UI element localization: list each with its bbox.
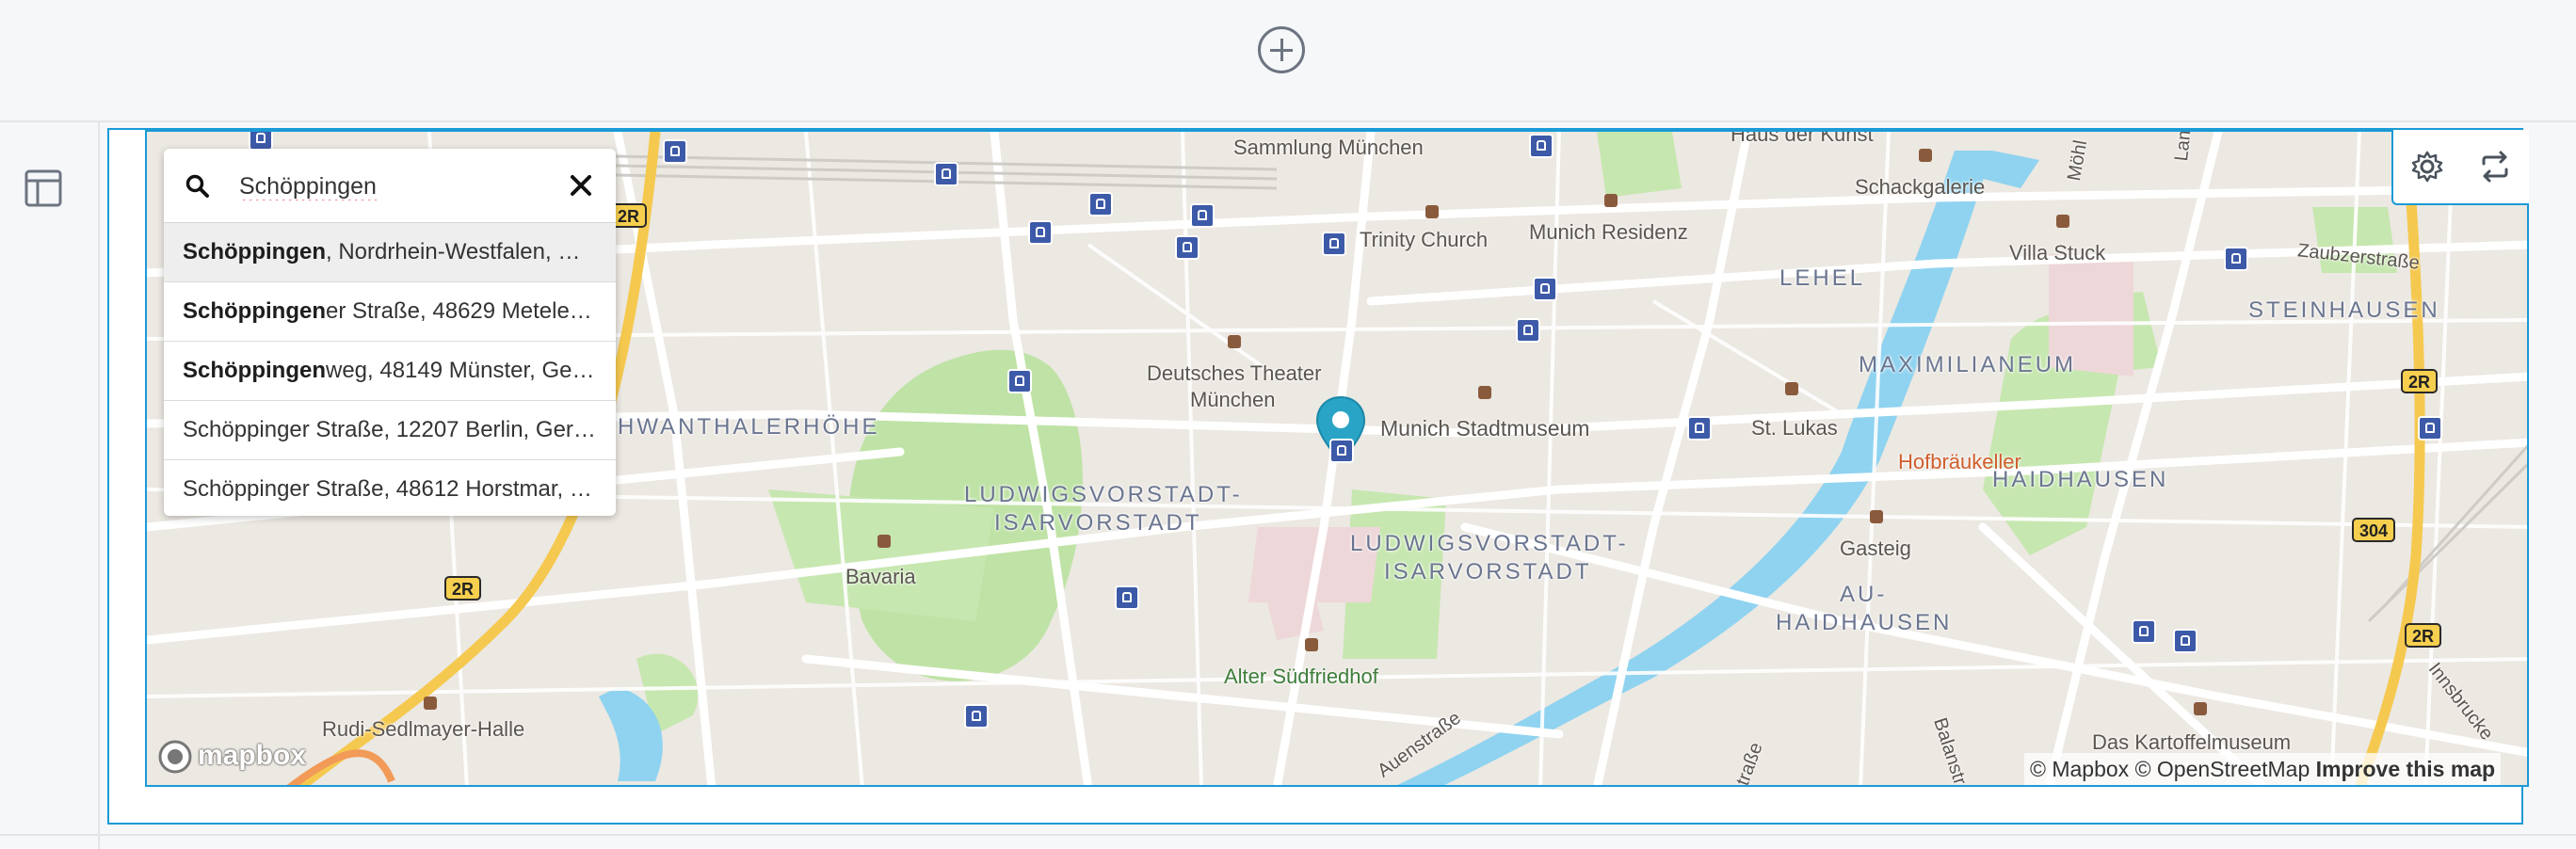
theater-icon (1228, 335, 1241, 348)
geocoder-search-row (164, 149, 616, 223)
cemetery-icon (1305, 638, 1318, 651)
bottom-divider (0, 834, 2576, 836)
map-swap-button[interactable] (2476, 148, 2514, 185)
map-label: Bavaria (845, 565, 916, 588)
geocoder-search-input[interactable] (237, 166, 523, 207)
venue-icon (1870, 510, 1883, 523)
map-label: Villa Stuck (2009, 241, 2106, 264)
transit-stop-icon (1088, 192, 1113, 216)
district-label: MAXIMILIANEUM (1859, 352, 2077, 377)
transit-stop-icon (1115, 585, 1139, 610)
district-label: LUDWIGSVORSTADT- (964, 482, 1243, 507)
museum-icon (1919, 149, 1932, 162)
suggestion-item[interactable]: Schöppingen, Nordrhein-Westfalen, G… (164, 223, 616, 282)
district-label: HWANTHALERHÖHE (618, 414, 880, 440)
geocoder-panel: Schöppingen, Nordrhein-Westfalen, G… Sch… (164, 149, 616, 516)
map-label: St. Lukas (1751, 416, 1838, 440)
transit-stop-icon (1687, 416, 1712, 441)
map-label: Haus der Kunst (1731, 130, 1874, 146)
suggestion-text: er Straße, 48629 Metele… (326, 298, 592, 324)
museum-icon (2194, 702, 2207, 715)
mapbox-attribution-link[interactable]: © Mapbox (2030, 757, 2129, 781)
suggestion-text: , Nordrhein-Westfalen, G… (326, 239, 598, 264)
district-label: ISARVORSTADT (1384, 559, 1592, 585)
map-attribution: © Mapbox © OpenStreetMap Improve this ma… (2024, 753, 2502, 785)
district-label: HAIDHAUSEN (1776, 610, 1953, 635)
district-label: STEINHAUSEN (2248, 297, 2440, 323)
suggestion-match: Schöppingen (183, 239, 326, 264)
map-label: Das Kartoffelmuseum (2092, 730, 2292, 754)
editor-toolbar (0, 0, 2576, 122)
transit-stop-icon (2173, 629, 2198, 653)
suggestion-match: Schöppingen (183, 358, 326, 383)
transit-stop-icon (2132, 619, 2156, 644)
layout-icon[interactable] (23, 168, 64, 209)
route-shield: 2R (2401, 369, 2439, 393)
suggestion-match: Schöppingen (183, 298, 326, 324)
search-icon (185, 174, 209, 198)
map-label: Sammlung München (1233, 136, 1424, 159)
museum-icon (2056, 215, 2069, 228)
transit-stop-icon (934, 162, 958, 186)
left-rail (0, 122, 100, 849)
map-label: Deutsches Theater (1147, 361, 1322, 385)
landmark-icon (1604, 194, 1618, 207)
transit-stop-icon (1175, 235, 1199, 260)
suggestion-item[interactable]: Schöppingenweg, 48149 Münster, Ge… (164, 342, 616, 401)
map-label: Rudi-Sedlmayer-Halle (322, 717, 525, 741)
suggestion-item[interactable]: Schöppinger Straße, 12207 Berlin, Ger… (164, 401, 616, 460)
transit-stop-icon (1190, 203, 1215, 228)
venue-icon (424, 697, 437, 710)
suggestion-item[interactable]: Schöppingener Straße, 48629 Metele… (164, 282, 616, 342)
mapbox-logo[interactable]: mapbox (156, 738, 306, 776)
suggestion-text: Schöppinger Straße, 48612 Horstmar, … (183, 476, 592, 502)
transit-stop-icon (2418, 416, 2442, 441)
transit-stop-icon (1529, 134, 1554, 158)
mapbox-logo-icon (158, 740, 192, 774)
transit-stop-icon (249, 132, 273, 151)
transit-stop-icon (1028, 220, 1053, 245)
district-label: ISARVORSTADT (994, 510, 1202, 536)
route-shield: 2R (444, 576, 482, 601)
mapbox-logo-text: mapbox (198, 740, 307, 771)
district-label: LUDWIGSVORSTADT- (1350, 531, 1629, 556)
church-icon (1785, 382, 1798, 395)
museum-icon (1478, 386, 1491, 399)
map-label: Munich Residenz (1529, 220, 1688, 244)
repeat-icon (2482, 151, 2508, 183)
transit-stop-icon (2224, 247, 2248, 271)
map-label: Trinity Church (1360, 228, 1489, 251)
transit-stop-icon (1516, 318, 1540, 343)
map-label: München (1190, 388, 1276, 411)
add-block-button[interactable] (1258, 26, 1305, 73)
improve-map-link[interactable]: Improve this map (2316, 757, 2495, 781)
gear-icon (2411, 151, 2443, 183)
transit-stop-icon (663, 139, 687, 164)
suggestion-text: weg, 48149 Münster, Ge… (326, 358, 595, 383)
map-label: Alter Südfriedhof (1224, 665, 1378, 688)
osm-attribution-link[interactable]: © OpenStreetMap (2135, 757, 2310, 781)
transit-stop-icon (964, 704, 989, 729)
route-shield: 2R (2405, 623, 2442, 648)
route-shield: 304 (2352, 518, 2396, 542)
map-controls (2391, 130, 2529, 205)
map-label: Munich Stadtmuseum (1380, 416, 1590, 441)
map-label: Schackgalerie (1855, 175, 1986, 199)
transit-stop-icon (1322, 232, 1346, 256)
suggestion-text: Schöppinger Straße, 12207 Berlin, Ger… (183, 417, 596, 442)
clear-search-button[interactable] (565, 169, 597, 201)
district-label: AU- (1840, 582, 1888, 607)
map-settings-button[interactable] (2408, 148, 2446, 185)
transit-stop-icon (1533, 277, 1557, 301)
district-label: HAIDHAUSEN (1992, 467, 2169, 492)
monument-icon (877, 535, 891, 548)
district-label: LEHEL (1779, 265, 1866, 291)
church-icon (1425, 205, 1439, 218)
map-label: Gasteig (1840, 537, 1911, 560)
suggestion-item[interactable]: Schöppinger Straße, 48612 Horstmar, … (164, 460, 616, 516)
transit-stop-icon (1329, 439, 1354, 463)
transit-stop-icon (1007, 369, 1032, 393)
